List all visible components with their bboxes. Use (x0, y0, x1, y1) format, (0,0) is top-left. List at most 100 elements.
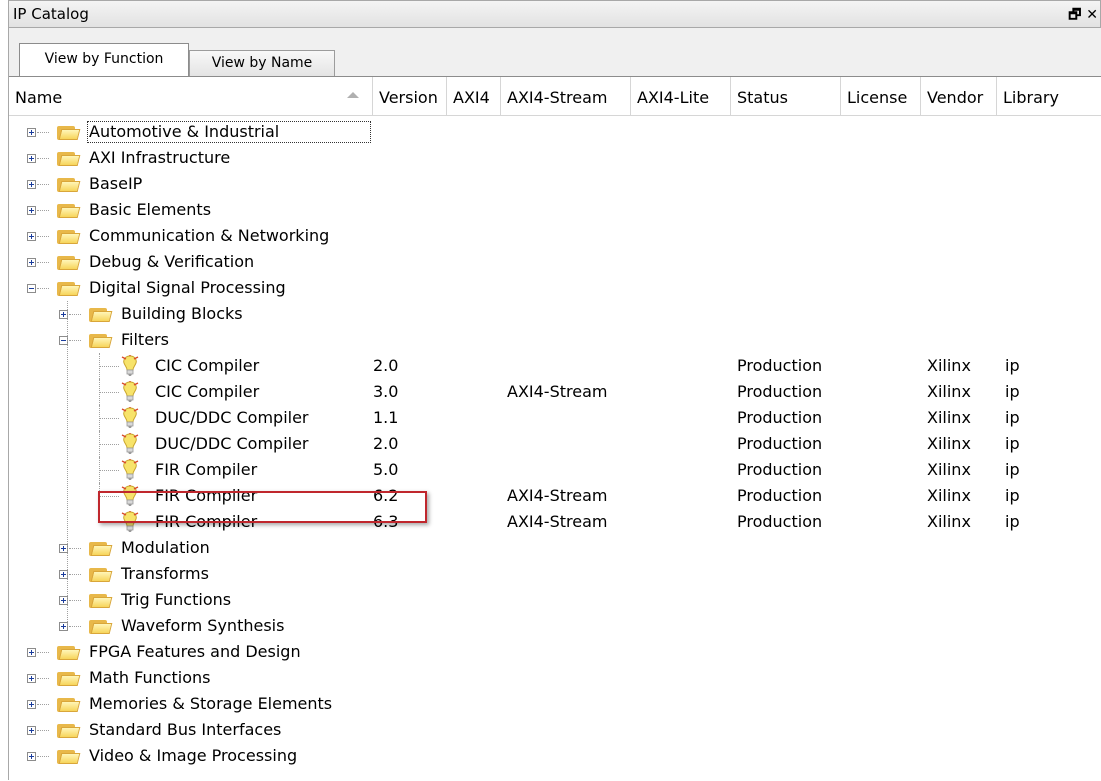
tree-connector (37, 730, 49, 731)
ip-library: ip (1005, 408, 1020, 427)
tree-folder-row[interactable]: Standard Bus Interfaces (9, 717, 1101, 743)
ip-row[interactable]: CIC Compiler 2.0 Production Xilinx ip (9, 353, 1101, 379)
tree-folder-row[interactable]: Communication & Networking (9, 223, 1101, 249)
tree-folder-row[interactable]: Video & Image Processing (9, 743, 1101, 769)
highlight-box (98, 491, 427, 523)
column-axi4-stream[interactable]: AXI4-Stream (501, 77, 631, 115)
column-status-label: Status (737, 88, 788, 107)
ip-axi4-stream: AXI4-Stream (507, 512, 608, 531)
tree-folder-row[interactable]: AXI Infrastructure (9, 145, 1101, 171)
expand-icon[interactable] (27, 674, 36, 683)
folder-icon (57, 670, 81, 686)
ip-row[interactable]: CIC Compiler 3.0 AXI4-Stream Production Xili… (9, 379, 1101, 405)
tree-connector (69, 574, 81, 575)
expand-icon[interactable] (27, 726, 36, 735)
column-axi4-lite[interactable]: AXI4-Lite (631, 77, 731, 115)
column-version-label: Version (379, 88, 438, 107)
folder-icon (57, 644, 81, 660)
expand-icon[interactable] (27, 232, 36, 241)
tree-folder-row[interactable]: Waveform Synthesis (9, 613, 1101, 639)
collapse-icon[interactable] (27, 284, 36, 293)
expand-icon[interactable] (27, 180, 36, 189)
ip-vendor: Xilinx (927, 382, 971, 401)
tree-folder-row[interactable]: Building Blocks (9, 301, 1101, 327)
tree-folder-row[interactable]: Filters (9, 327, 1101, 353)
folder-icon (57, 124, 81, 140)
column-header: Name Version AXI4 AXI4-Stream AXI4-Lite … (9, 77, 1101, 116)
column-vendor[interactable]: Vendor (921, 77, 997, 115)
folder-icon (89, 592, 113, 608)
tree-folder-row[interactable]: Automotive & Industrial (9, 119, 1101, 145)
ip-axi4-stream: AXI4-Stream (507, 486, 608, 505)
ip-name: FIR Compiler (155, 460, 258, 479)
tree-connector (37, 678, 49, 679)
tree-item-label: Debug & Verification (89, 252, 255, 271)
tree-connector (37, 262, 49, 263)
tab-view-by-function[interactable]: View by Function (19, 43, 189, 76)
expand-icon[interactable] (27, 128, 36, 137)
tree-connector (99, 392, 119, 393)
tree-folder-row[interactable]: Modulation (9, 535, 1101, 561)
tree-item-label: Waveform Synthesis (121, 616, 285, 635)
tree-connector (69, 314, 81, 315)
ip-version: 2.0 (373, 356, 399, 375)
expand-icon[interactable] (27, 206, 36, 215)
expand-icon[interactable] (27, 648, 36, 657)
column-library-label: Library (1003, 88, 1059, 107)
ip-status: Production (737, 434, 823, 453)
tree-connector (37, 184, 49, 185)
expand-icon[interactable] (27, 258, 36, 267)
folder-icon (57, 228, 81, 244)
ip-core-icon (121, 431, 139, 455)
tab-view-by-name[interactable]: View by Name (189, 50, 335, 76)
ip-version: 2.0 (373, 434, 399, 453)
tree-item-label: Math Functions (89, 668, 211, 687)
tree-folder-row[interactable]: Debug & Verification (9, 249, 1101, 275)
expand-icon[interactable] (27, 154, 36, 163)
ip-library: ip (1005, 382, 1020, 401)
close-icon[interactable]: ✕ (1086, 7, 1098, 23)
column-axi4-lite-label: AXI4-Lite (637, 88, 710, 107)
expand-icon[interactable] (27, 700, 36, 709)
tree-connector (67, 301, 68, 626)
column-version[interactable]: Version (373, 77, 447, 115)
tree-item-label: Basic Elements (89, 200, 212, 219)
ip-row[interactable]: DUC/DDC Compiler 1.1 Production Xilinx ip (9, 405, 1101, 431)
ip-vendor: Xilinx (927, 434, 971, 453)
folder-icon (57, 722, 81, 738)
folder-icon (89, 618, 113, 634)
tree-item-label: Memories & Storage Elements (89, 694, 333, 713)
tree-connector (37, 236, 49, 237)
ip-library: ip (1005, 460, 1020, 479)
tree-folder-row[interactable]: Digital Signal Processing (9, 275, 1101, 301)
folder-icon (89, 332, 113, 348)
tree-connector (69, 600, 81, 601)
tree-folder-row[interactable]: FPGA Features and Design (9, 639, 1101, 665)
column-status[interactable]: Status (731, 77, 841, 115)
tree-folder-row[interactable]: Memories & Storage Elements (9, 691, 1101, 717)
panel-title: IP Catalog (13, 5, 89, 23)
column-axi4[interactable]: AXI4 (447, 77, 501, 115)
tree-folder-row[interactable]: Trig Functions (9, 587, 1101, 613)
column-vendor-label: Vendor (927, 88, 984, 107)
column-library[interactable]: Library (997, 77, 1101, 115)
ip-library: ip (1005, 512, 1020, 531)
ip-status: Production (737, 460, 823, 479)
tree-folder-row[interactable]: Basic Elements (9, 197, 1101, 223)
restore-icon[interactable]: 🗗 (1068, 7, 1081, 23)
column-name[interactable]: Name (9, 77, 373, 115)
tree-folder-row[interactable]: Math Functions (9, 665, 1101, 691)
ip-row[interactable]: FIR Compiler 5.0 Production Xilinx ip (9, 457, 1101, 483)
tree-item-label: Communication & Networking (89, 226, 330, 245)
column-license[interactable]: License (841, 77, 921, 115)
ip-row[interactable]: DUC/DDC Compiler 2.0 Production Xilinx ip (9, 431, 1101, 457)
tree-folder-row[interactable]: Transforms (9, 561, 1101, 587)
ip-library: ip (1005, 486, 1020, 505)
ip-axi4-stream: AXI4-Stream (507, 382, 608, 401)
ip-status: Production (737, 512, 823, 531)
ip-tree-table[interactable]: Name Version AXI4 AXI4-Stream AXI4-Lite … (9, 76, 1101, 781)
ip-library: ip (1005, 434, 1020, 453)
expand-icon[interactable] (27, 752, 36, 761)
tree-folder-row[interactable]: BaseIP (9, 171, 1101, 197)
tree-connector (37, 652, 49, 653)
